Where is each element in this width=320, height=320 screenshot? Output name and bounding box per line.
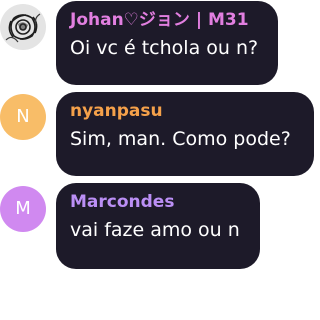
message-author[interactable]: nyanpasu	[70, 100, 300, 122]
message-author[interactable]: Johan♡ジョン | M31	[70, 9, 264, 31]
rose-avatar-icon	[0, 4, 46, 50]
message-text: vai faze amo ou n	[70, 219, 240, 241]
avatar-letter: N	[16, 106, 30, 127]
message-bubble: Johan♡ジョン | M31 Oi vc é tchola ou n?	[56, 1, 278, 85]
avatar[interactable]	[0, 4, 46, 50]
avatar[interactable]: M	[0, 186, 46, 232]
message-bubble: nyanpasu Sim, man. Como pode?	[56, 92, 314, 176]
message-text: Oi vc é tchola ou n?	[70, 37, 259, 59]
avatar-letter: M	[15, 198, 31, 219]
message-author[interactable]: Marcondes	[70, 191, 246, 213]
message-bubble: Marcondes vai faze amo ou n	[56, 183, 260, 269]
message-text: Sim, man. Como pode?	[70, 128, 291, 150]
avatar[interactable]: N	[0, 94, 46, 140]
